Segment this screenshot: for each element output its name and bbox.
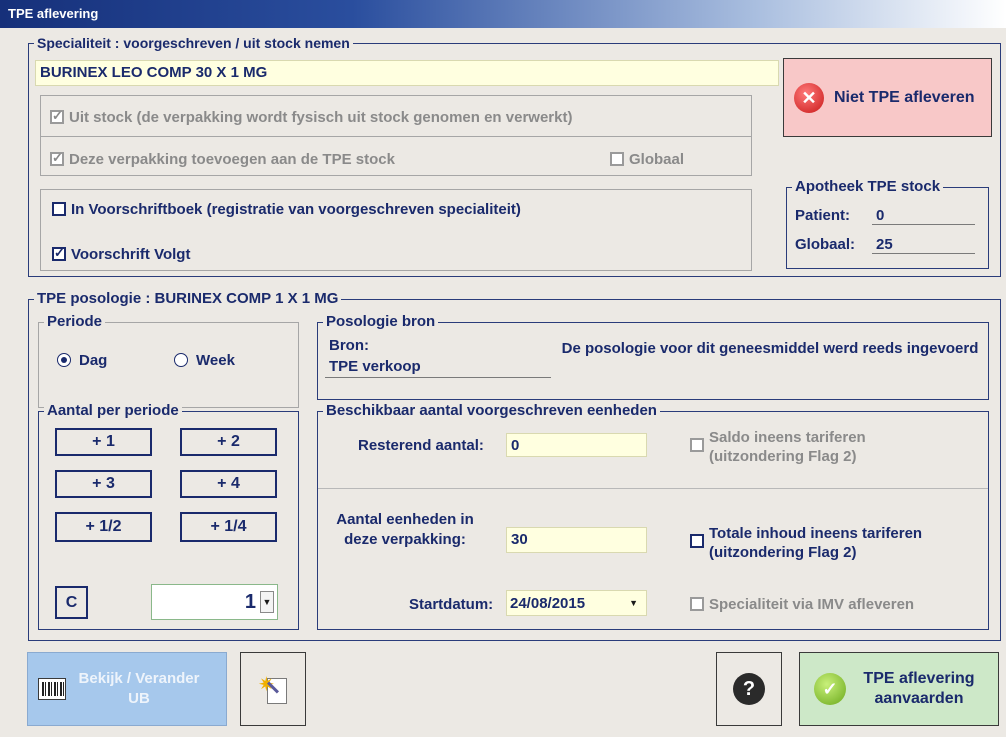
startdatum-value: 24/08/2015 (510, 594, 586, 612)
add-3-button[interactable]: + 3 (55, 470, 152, 498)
globaal-label: Globaal (629, 151, 685, 168)
add-2-button[interactable]: + 2 (180, 428, 277, 456)
bron-value: TPE verkoop (325, 358, 551, 378)
help-button[interactable]: ? (716, 652, 782, 726)
aanvaarden-button[interactable]: ✓ TPE aflevering aanvaarden (799, 652, 999, 726)
niet-tpe-label: Niet TPE afleveren (834, 88, 975, 106)
globaal-option[interactable]: Globaal (610, 151, 684, 168)
voorschriftboek-option[interactable]: In Voorschriftboek (registratie van voor… (52, 201, 521, 218)
bron-legend: Posologie bron (323, 314, 439, 330)
totale-label: Totale inhoud ineens tariferen (uitzonde… (709, 525, 923, 561)
uit-stock-label: Uit stock (de verpakking wordt fysisch u… (69, 109, 573, 126)
bron-label: Bron: (329, 337, 369, 354)
divider (40, 136, 752, 137)
window-title: TPE aflevering (0, 0, 1006, 28)
beschikbaar-legend: Beschikbaar aantal voorgeschreven eenhed… (323, 403, 660, 419)
specialty-name-field[interactable]: BURINEX LEO COMP 30 X 1 MG (35, 60, 779, 86)
apotheek-globaal-value: 25 (872, 236, 975, 254)
uit-stock-checkbox[interactable] (50, 108, 64, 124)
dag-option[interactable]: Dag (57, 352, 107, 369)
wizard-button[interactable]: ✷ (240, 652, 306, 726)
chevron-down-icon[interactable]: ▼ (260, 591, 274, 613)
saldo-option[interactable]: Saldo ineens tariferen (uitzondering Fla… (690, 428, 920, 466)
startdatum-label: Startdatum: (409, 596, 494, 613)
imv-label: Specialiteit via IMV afleveren (709, 596, 915, 613)
resterend-label: Resterend aantal: (358, 437, 484, 454)
posologie-legend: TPE posologie : BURINEX COMP 1 X 1 MG (34, 291, 342, 307)
apotheek-globaal-label: Globaal: (795, 236, 856, 253)
saldo-checkbox[interactable] (690, 438, 704, 452)
voorschriftboek-label: In Voorschriftboek (registratie van voor… (71, 201, 521, 218)
eenheden-label: Aantal eenheden in deze verpakking: (336, 511, 474, 548)
totale-checkbox[interactable] (690, 534, 704, 548)
apotheek-frame (786, 187, 989, 269)
saldo-label: Saldo ineens tariferen (uitzondering Fla… (709, 429, 866, 465)
check-icon: ✓ (814, 673, 846, 705)
amount-dropdown[interactable]: 1 ▼ (151, 584, 278, 620)
barcode-icon (38, 678, 66, 700)
chevron-down-icon[interactable]: ▼ (629, 598, 646, 608)
help-icon: ? (733, 673, 765, 705)
imv-checkbox[interactable] (690, 597, 704, 611)
apotheek-patient-value: 0 (872, 207, 975, 225)
uit-stock-option[interactable]: Uit stock (de verpakking wordt fysisch u… (50, 108, 573, 126)
magic-wand-icon: ✷ (258, 672, 288, 706)
voorschrift-volgt-checkbox[interactable] (52, 245, 66, 261)
toevoegen-checkbox[interactable] (50, 150, 64, 166)
dag-label: Dag (79, 352, 108, 369)
aantal-legend: Aantal per periode (44, 403, 182, 419)
globaal-checkbox[interactable] (610, 152, 624, 166)
clear-button[interactable]: C (55, 586, 88, 619)
week-label: Week (196, 352, 235, 369)
cancel-icon: ✕ (794, 82, 824, 113)
voorschrift-volgt-label: Voorschrift Volgt (71, 246, 191, 263)
bron-message: De posologie voor dit geneesmiddel werd … (561, 340, 979, 357)
eenheden-field[interactable]: 30 (506, 527, 647, 553)
niet-tpe-button[interactable]: ✕ Niet TPE afleveren (783, 58, 992, 137)
voorschriftboek-checkbox[interactable] (52, 202, 66, 216)
divider (318, 488, 988, 489)
bekijk-verander-label: Bekijk / Verander UB (78, 670, 200, 707)
startdatum-dropdown[interactable]: 24/08/2015 ▼ (506, 590, 647, 616)
dag-radio[interactable] (57, 353, 71, 367)
bekijk-verander-button[interactable]: Bekijk / Verander UB (27, 652, 227, 726)
amount-value: 1 (244, 590, 256, 613)
add-quarter-button[interactable]: + 1/4 (180, 512, 277, 542)
add-1-button[interactable]: + 1 (55, 428, 152, 456)
periode-legend: Periode (44, 314, 106, 330)
specialty-legend: Specialiteit : voorgeschreven / uit stoc… (34, 35, 353, 51)
week-option[interactable]: Week (174, 352, 235, 369)
apotheek-patient-label: Patient: (795, 207, 851, 224)
toevoegen-option[interactable]: Deze verpakking toevoegen aan de TPE sto… (50, 150, 395, 168)
imv-option[interactable]: Specialiteit via IMV afleveren (690, 596, 914, 613)
toevoegen-label: Deze verpakking toevoegen aan de TPE sto… (69, 151, 395, 168)
add-4-button[interactable]: + 4 (180, 470, 277, 498)
aanvaarden-label: TPE aflevering aanvaarden (863, 670, 975, 707)
week-radio[interactable] (174, 353, 188, 367)
voorschrift-volgt-option[interactable]: Voorschrift Volgt (52, 245, 191, 263)
totale-option[interactable]: Totale inhoud ineens tariferen (uitzonde… (690, 524, 970, 562)
add-half-button[interactable]: + 1/2 (55, 512, 152, 542)
apotheek-legend: Apotheek TPE stock (792, 179, 944, 195)
resterend-field[interactable]: 0 (506, 433, 647, 457)
